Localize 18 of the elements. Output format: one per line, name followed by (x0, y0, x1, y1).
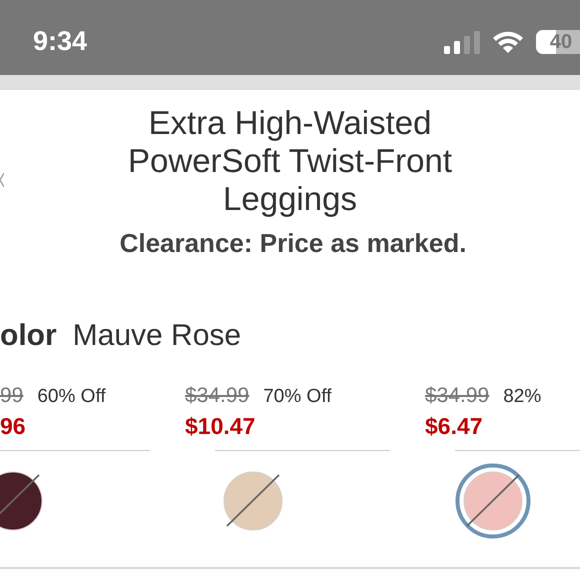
clearance-note: Clearance: Price as marked. (118, 227, 468, 260)
discount-label: 70% Off (263, 385, 332, 409)
color-swatch[interactable] (455, 463, 531, 539)
signal-icon (444, 30, 480, 54)
back-chevron-icon (0, 173, 4, 187)
discount-label: 82% (503, 385, 542, 409)
original-price: $34.99 (425, 383, 490, 409)
sale-price: 96 (0, 412, 27, 440)
wifi-icon (492, 30, 524, 54)
product-title: Extra High-Waisted PowerSoft Twist-Front Leggings (127, 103, 453, 218)
discount-label: 60% Off (37, 385, 106, 409)
sale-price: $6.47 (425, 412, 484, 440)
color-label: olor (0, 318, 57, 354)
color-value: Mauve Rose (72, 318, 242, 354)
sale-price: $10.47 (185, 412, 256, 440)
original-price: 99 (0, 383, 24, 409)
original-price: $34.99 (185, 383, 250, 409)
status-time: 9:34 (33, 25, 88, 58)
